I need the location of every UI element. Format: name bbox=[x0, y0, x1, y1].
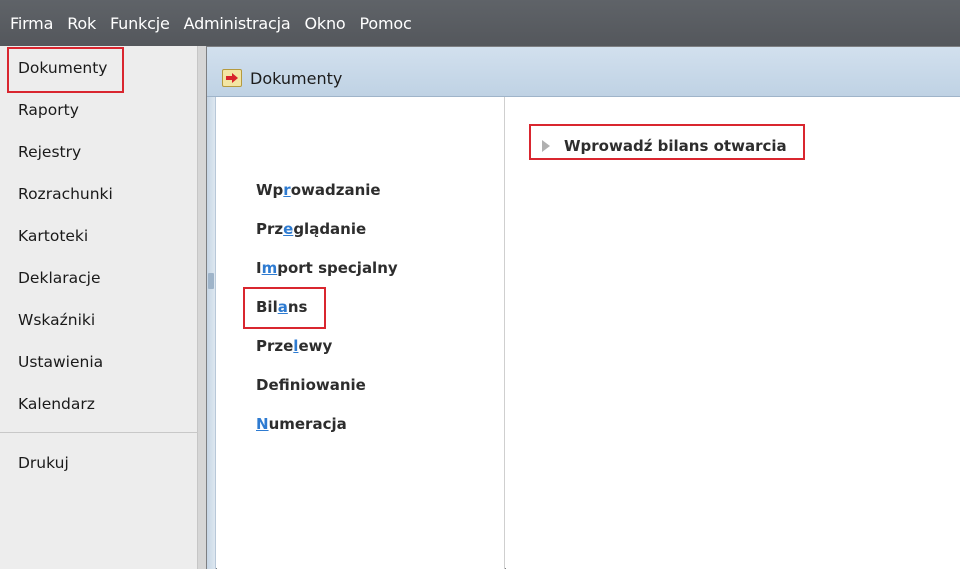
list-label-part: ewy bbox=[298, 337, 333, 355]
menu-pomoc[interactable]: Pomoc bbox=[360, 14, 412, 33]
sidebar: Dokumenty Raporty Rejestry Rozrachunki K… bbox=[0, 46, 198, 569]
list-label-part: niowanie bbox=[289, 376, 366, 394]
menu-administracja[interactable]: Administracja bbox=[184, 14, 291, 33]
dokumenty-window: Dokumenty Wprowadzanie Przeglądanie Impo… bbox=[206, 46, 960, 569]
list-item-import-specjalny[interactable]: Import specjalny bbox=[256, 259, 398, 277]
list-item-przelewy[interactable]: Przelewy bbox=[256, 337, 332, 355]
accelerator-key: m bbox=[261, 259, 278, 277]
highlight-bilans bbox=[243, 287, 326, 329]
sidebar-item-rejestry[interactable]: Rejestry bbox=[18, 140, 81, 164]
sidebar-item-kartoteki[interactable]: Kartoteki bbox=[18, 224, 88, 248]
menu-firma[interactable]: Firma bbox=[10, 14, 53, 33]
action-panel: Wprowadź bilans otwarcia bbox=[506, 97, 960, 569]
sidebar-item-rozrachunki[interactable]: Rozrachunki bbox=[18, 182, 113, 206]
highlight-action bbox=[529, 124, 805, 160]
sidebar-item-wskazniki[interactable]: Wskaźniki bbox=[18, 308, 95, 332]
sidebar-divider bbox=[0, 432, 198, 433]
list-label-part: glądanie bbox=[293, 220, 367, 238]
menu-bar: Firma Rok Funkcje Administracja Okno Pom… bbox=[0, 0, 960, 46]
list-item-numeracja[interactable]: Numeracja bbox=[256, 415, 347, 433]
list-label-part: umeracja bbox=[268, 415, 347, 433]
menu-okno[interactable]: Okno bbox=[305, 14, 346, 33]
list-label-part: Prze bbox=[256, 337, 294, 355]
list-label-part: Prz bbox=[256, 220, 284, 238]
function-list: Wprowadzanie Przeglądanie Import specjal… bbox=[217, 97, 505, 569]
list-label-part: Def bbox=[256, 376, 290, 394]
collapse-handle[interactable] bbox=[207, 97, 216, 569]
list-label-part: owadzanie bbox=[290, 181, 381, 199]
sidebar-item-drukuj[interactable]: Drukuj bbox=[18, 451, 69, 475]
sidebar-item-deklaracje[interactable]: Deklaracje bbox=[18, 266, 101, 290]
list-item-przegladanie[interactable]: Przeglądanie bbox=[256, 220, 366, 238]
list-label-part: Wp bbox=[256, 181, 284, 199]
menu-funkcje[interactable]: Funkcje bbox=[110, 14, 170, 33]
sidebar-item-raporty[interactable]: Raporty bbox=[18, 98, 79, 122]
splitter[interactable] bbox=[198, 46, 206, 569]
list-label-part: port specjalny bbox=[277, 259, 398, 277]
window-title: Dokumenty bbox=[250, 69, 343, 88]
highlight-dokumenty bbox=[7, 47, 124, 93]
document-arrow-icon bbox=[222, 69, 242, 87]
window-title-bar: Dokumenty bbox=[207, 47, 960, 97]
menu-rok[interactable]: Rok bbox=[67, 14, 96, 33]
accelerator-key: r bbox=[283, 181, 291, 199]
accelerator-key: e bbox=[283, 220, 294, 238]
sidebar-item-kalendarz[interactable]: Kalendarz bbox=[18, 392, 95, 416]
accelerator-key: N bbox=[256, 415, 269, 433]
sidebar-item-ustawienia[interactable]: Ustawienia bbox=[18, 350, 103, 374]
list-item-wprowadzanie[interactable]: Wprowadzanie bbox=[256, 181, 381, 199]
collapse-notch-icon bbox=[208, 273, 214, 289]
list-item-definiowanie[interactable]: Definiowanie bbox=[256, 376, 366, 394]
